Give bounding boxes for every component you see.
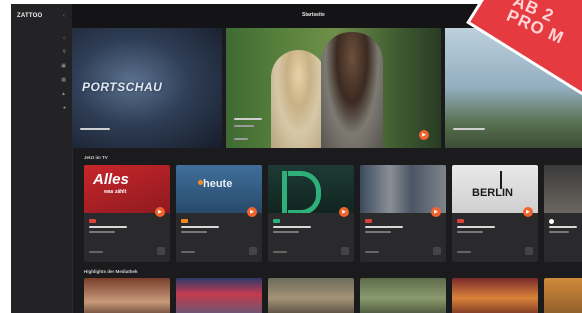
more-options-icon[interactable] — [157, 247, 165, 255]
card-thumbnail — [360, 165, 446, 213]
more-options-icon[interactable] — [525, 247, 533, 255]
card-title — [273, 226, 311, 228]
play-icon[interactable]: ▶ — [523, 207, 533, 217]
card-thumbnail: BERLIN — [452, 165, 538, 213]
hero-meta — [80, 128, 110, 130]
card-title — [549, 226, 577, 228]
play-icon[interactable]: ▶ — [247, 207, 257, 217]
content-card[interactable]: BERLIN ▶ — [452, 165, 538, 262]
hero-meta — [234, 138, 248, 140]
hero-person-image — [271, 50, 326, 148]
app-window: ZATTOO ‹ ⌂ ⚲ ▣ ▦ ▲ ● Startseite PORTSCHA… — [11, 4, 582, 313]
play-icon[interactable]: ▶ — [155, 207, 165, 217]
content-card[interactable]: ▶ — [360, 165, 446, 262]
card-thumbnail: heute — [176, 165, 262, 213]
card-subtitle — [457, 231, 483, 233]
content-card[interactable]: Alles was zählt ▶ — [84, 165, 170, 262]
media-tile[interactable] — [360, 278, 446, 313]
content-card[interactable] — [544, 165, 582, 262]
card-time — [181, 251, 195, 253]
app-logo[interactable]: ZATTOO — [17, 13, 42, 19]
card-time — [457, 251, 471, 253]
home-icon: ⌂ — [62, 35, 66, 41]
channel-logo — [549, 219, 554, 224]
card-subtitle — [273, 231, 299, 233]
hero-meta — [234, 118, 262, 120]
section-title-live: Jetzt im TV — [84, 155, 108, 160]
card-subtitle — [549, 231, 569, 233]
play-icon[interactable]: ▶ — [419, 130, 429, 140]
play-icon[interactable]: ▶ — [339, 207, 349, 217]
channel-logo — [181, 219, 188, 223]
media-tile[interactable] — [176, 278, 262, 313]
hero-logo: PORTSCHAU — [82, 80, 163, 94]
card-title — [457, 226, 495, 228]
hero-tile-sportschau[interactable]: PORTSCHAU — [72, 28, 222, 148]
hero-person-image — [321, 32, 383, 148]
record-icon: ● — [62, 105, 66, 111]
card-title — [365, 226, 403, 228]
sidebar-item-guide[interactable]: ▦ — [11, 76, 72, 90]
more-options-icon[interactable] — [341, 247, 349, 255]
channel-logo — [89, 219, 96, 223]
media-tile[interactable] — [544, 278, 582, 313]
channel-mark-icon — [282, 171, 287, 213]
media-tile[interactable] — [452, 278, 538, 313]
sidebar: ZATTOO ‹ ⌂ ⚲ ▣ ▦ ▲ ● — [11, 4, 73, 313]
sidebar-item-recordings[interactable]: ● — [11, 104, 72, 118]
thumb-title: BERLIN — [472, 187, 513, 199]
content-card[interactable]: heute ▶ — [176, 165, 262, 262]
card-subtitle — [89, 231, 115, 233]
card-time — [89, 251, 103, 253]
hero-tile-featured[interactable]: ▶ — [226, 28, 441, 148]
media-tile[interactable] — [268, 278, 354, 313]
page-title: Startseite — [302, 12, 325, 18]
thumb-title: Alles — [93, 171, 129, 188]
card-title — [89, 226, 127, 228]
thumb-title: heute — [203, 178, 233, 190]
card-thumbnail: Alles was zählt — [84, 165, 170, 213]
hero-meta — [234, 125, 254, 127]
bookmark-icon: ▲ — [61, 91, 66, 97]
sidebar-item-home[interactable]: ⌂ — [11, 34, 72, 48]
card-time — [365, 251, 379, 253]
card-time — [273, 251, 287, 253]
hero-meta — [453, 128, 485, 130]
channel-mark-icon — [288, 171, 321, 213]
media-tile[interactable] — [84, 278, 170, 313]
more-options-icon[interactable] — [249, 247, 257, 255]
thumb-subtitle: was zählt — [104, 189, 127, 195]
channel-logo — [273, 219, 280, 223]
play-icon[interactable]: ▶ — [431, 207, 441, 217]
channel-logo — [365, 219, 372, 223]
sidebar-nav: ⌂ ⚲ ▣ ▦ ▲ ● — [11, 34, 72, 118]
sidebar-item-search[interactable]: ⚲ — [11, 48, 72, 62]
search-icon: ⚲ — [62, 49, 66, 55]
section-title-recent: Highlights der Mediathek — [84, 269, 138, 274]
card-thumbnail — [544, 165, 582, 213]
content-card[interactable]: ▶ — [268, 165, 354, 262]
tower-icon — [500, 171, 502, 189]
card-subtitle — [365, 231, 391, 233]
calendar-icon: ▦ — [61, 77, 66, 83]
chevron-left-icon[interactable]: ‹ — [63, 13, 65, 19]
sidebar-item-saved[interactable]: ▲ — [11, 90, 72, 104]
card-thumbnail — [268, 165, 354, 213]
card-title — [181, 226, 219, 228]
circle-icon — [198, 180, 203, 185]
card-subtitle — [181, 231, 207, 233]
more-options-icon[interactable] — [433, 247, 441, 255]
channel-logo — [457, 219, 464, 223]
tv-icon: ▣ — [61, 63, 66, 69]
sidebar-item-tv[interactable]: ▣ — [11, 62, 72, 76]
